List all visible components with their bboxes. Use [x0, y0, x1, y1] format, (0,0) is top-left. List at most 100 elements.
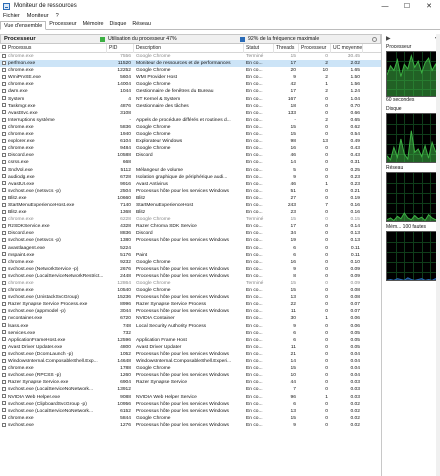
table-row[interactable]: explorer.exe 6104 Explorateur Windows En co… — [0, 138, 381, 145]
table-row[interactable]: WindowsInternal.ComposableShell.Exp... 14… — [0, 358, 381, 365]
table-row[interactable]: svchost.exe (LocalServiceNetworkRestrict… — [0, 273, 381, 280]
column-header-status[interactable]: Statut — [244, 43, 274, 53]
row-checkbox[interactable] — [2, 110, 6, 115]
tab-processor[interactable]: Processeur — [46, 20, 79, 29]
table-row[interactable]: RzSDKService.exe 4328 Razer Chroma SDK Ser… — [0, 223, 381, 230]
collapse-graphs-icon[interactable]: ▶ — [386, 35, 391, 42]
table-row[interactable]: audiodg.exe 6728 Isolation graphique de pé… — [0, 174, 381, 181]
table-row[interactable]: chrome.exe 5844 Google Chrome En co... 15 0 0.… — [0, 415, 381, 422]
table-row[interactable]: WmiPrvSE.exe 5604 WMI Provider Host En co..… — [0, 74, 381, 81]
table-row[interactable]: svchost.exe (netsvcs -p) 1380 Processus hô… — [0, 237, 381, 244]
table-row[interactable]: svchost.exe (LocalServiceNoNetwork... 139… — [0, 386, 381, 393]
row-checkbox[interactable] — [2, 167, 6, 172]
table-row[interactable]: NVIDIA Web Helper.exe 9088 NVIDIA Web Help… — [0, 394, 381, 401]
column-header-pid[interactable]: PID — [107, 43, 134, 53]
row-checkbox[interactable] — [2, 266, 6, 271]
table-row[interactable]: ApplicationFrameHost.exe 12596 Application… — [0, 337, 381, 344]
table-row[interactable]: svchost.exe (netsvcs -p) 2504 Processus hô… — [0, 188, 381, 195]
row-checkbox[interactable] — [2, 96, 6, 101]
menu-monitor[interactable]: Moniteur — [27, 13, 49, 19]
minimize-button[interactable]: — — [374, 0, 396, 12]
row-checkbox[interactable] — [2, 301, 6, 306]
column-header-description[interactable]: Description — [134, 43, 244, 53]
table-row[interactable]: chrome.exe 1788 Google Chrome En co... 15 0 0.… — [0, 365, 381, 372]
graphs-scrollbar[interactable] — [436, 34, 440, 476]
table-row[interactable]: chrome.exe 7556 Google Chrome Terminé 15 0 30.… — [0, 53, 381, 60]
table-row[interactable]: Razer Synapse Service Process.exe 8996 Raz… — [0, 301, 381, 308]
row-checkbox[interactable] — [2, 238, 6, 243]
row-checkbox[interactable] — [2, 259, 6, 264]
row-checkbox[interactable] — [2, 323, 6, 328]
table-row[interactable]: perfmon.exe 11520 Moniteur de ressources e… — [0, 60, 381, 68]
row-checkbox[interactable] — [2, 202, 6, 207]
table-row[interactable]: avastlaagent.exe 5224 En co... 6 0 0.11 — [0, 245, 381, 252]
row-checkbox[interactable] — [2, 387, 6, 392]
row-checkbox[interactable] — [2, 181, 6, 186]
table-row[interactable]: Interruptions système - Appels de procédur… — [0, 117, 381, 124]
table-row[interactable]: dwm.exe 1044 Gestionnaire de fenêtres du B… — [0, 88, 381, 95]
table-row[interactable]: Blitz.exe 1368 Blitz En co... 23 0 0.16 — [0, 209, 381, 216]
row-checkbox[interactable] — [2, 330, 6, 335]
row-checkbox[interactable] — [2, 138, 6, 143]
row-checkbox[interactable] — [2, 89, 6, 94]
table-row[interactable]: nvcontainer.exe 6720 NVIDIA Container En co… — [0, 315, 381, 322]
row-checkbox[interactable] — [2, 195, 6, 200]
table-row[interactable]: AvastUI.exe 9916 Avast Antivirus En co... 46… — [0, 181, 381, 188]
table-row[interactable]: chrome.exe 9232 Google Chrome En co... 16 0 0.… — [0, 259, 381, 266]
row-checkbox[interactable] — [2, 365, 6, 370]
row-checkbox[interactable] — [2, 358, 6, 363]
row-checkbox[interactable] — [2, 351, 6, 356]
row-checkbox[interactable] — [2, 103, 6, 108]
table-row[interactable]: svchost.exe (NetworkService -p) 2676 Proce… — [0, 266, 381, 273]
row-checkbox[interactable] — [2, 401, 6, 406]
row-checkbox[interactable] — [2, 252, 6, 257]
table-row[interactable]: chrome.exe 10540 Google Chrome En co... 15 0 0… — [0, 287, 381, 294]
column-header-processor[interactable]: Processeur — [299, 43, 331, 53]
row-checkbox[interactable] — [2, 67, 6, 72]
row-checkbox[interactable] — [2, 422, 6, 427]
row-checkbox[interactable] — [2, 174, 6, 179]
row-checkbox[interactable] — [2, 160, 6, 165]
table-row[interactable]: mspaint.exe 5176 Paint En co... 6 0 0.11 — [0, 252, 381, 259]
table-row[interactable]: csrss.exe 668 En co... 14 0 0.31 — [0, 159, 381, 166]
table-row[interactable]: svchost.exe (DcomLaunch -p) 1052 Processus… — [0, 351, 381, 358]
processor-section-header[interactable]: Processeur Utilisation du processeur 47%… — [0, 34, 381, 44]
row-checkbox[interactable] — [2, 415, 6, 420]
column-header-average-cpu[interactable]: UC moyenne — [331, 43, 363, 53]
table-row[interactable]: Discord.exe 8836 Discord En co... 34 0 0.13 — [0, 230, 381, 237]
tab-memory[interactable]: Mémoire — [80, 20, 107, 29]
table-row[interactable]: Taskmgr.exe 4876 Gestionnaire des tâches En… — [0, 103, 381, 110]
table-row[interactable]: Razer Synapse Service.exe 6904 Razer Synap… — [0, 379, 381, 386]
collapse-chevron-icon[interactable] — [372, 37, 377, 42]
table-row[interactable]: chrome.exe 9484 Google Chrome En co... 16 0 0.… — [0, 145, 381, 152]
table-row[interactable]: services.exe 732 En co... 6 0 0.05 — [0, 330, 381, 337]
column-header-process[interactable]: Processus — [0, 43, 107, 53]
row-checkbox[interactable] — [2, 309, 6, 314]
tab-network[interactable]: Réseau — [129, 20, 154, 29]
table-row[interactable]: svchost.exe (LocalServiceNoNetwork... 615… — [0, 408, 381, 415]
row-checkbox[interactable] — [2, 394, 6, 399]
row-checkbox[interactable] — [2, 337, 6, 342]
row-checkbox[interactable] — [2, 131, 6, 136]
table-row[interactable]: Avast Driver Updater.exe 4800 Avast Driver… — [0, 344, 381, 351]
table-row[interactable]: chrome.exe 12252 Google Chrome En co... 20 10… — [0, 67, 381, 74]
select-all-checkbox[interactable] — [2, 45, 6, 50]
table-row[interactable]: chrome.exe 12864 Google Chrome Terminé 15 0 0.… — [0, 280, 381, 287]
row-checkbox[interactable] — [2, 245, 6, 250]
table-row[interactable]: svchost.exe (appmodel -p) 3044 Processus h… — [0, 308, 381, 315]
row-checkbox[interactable] — [2, 216, 6, 221]
table-row[interactable]: chrome.exe 1940 Google Chrome En co... 15 0 0.… — [0, 131, 381, 138]
row-checkbox[interactable] — [2, 53, 6, 58]
table-row[interactable]: StartMenuExperienceHost.exe 7140 StartMenu… — [0, 202, 381, 209]
table-row[interactable]: svchost.exe (RPCSS -p) 1260 Processus hôte… — [0, 372, 381, 379]
row-checkbox[interactable] — [2, 209, 6, 214]
table-row[interactable]: Discord.exe 10588 Discord En co... 46 0 0.43 — [0, 152, 381, 159]
table-row[interactable]: lsass.exe 748 Local Security Authority Pro… — [0, 323, 381, 330]
tab-disk[interactable]: Disque — [107, 20, 130, 29]
row-checkbox[interactable] — [2, 153, 6, 158]
row-checkbox[interactable] — [2, 188, 6, 193]
table-row[interactable]: AvastSvc.exe 3108 En co... 133 0 0.66 — [0, 110, 381, 117]
row-checkbox[interactable] — [2, 60, 6, 65]
table-row[interactable]: SndVol.exe 5112 Mélangeur de volume En co..… — [0, 167, 381, 174]
table-row[interactable]: System 4 NT Kernel & System En co... 167 0 1.0… — [0, 96, 381, 103]
